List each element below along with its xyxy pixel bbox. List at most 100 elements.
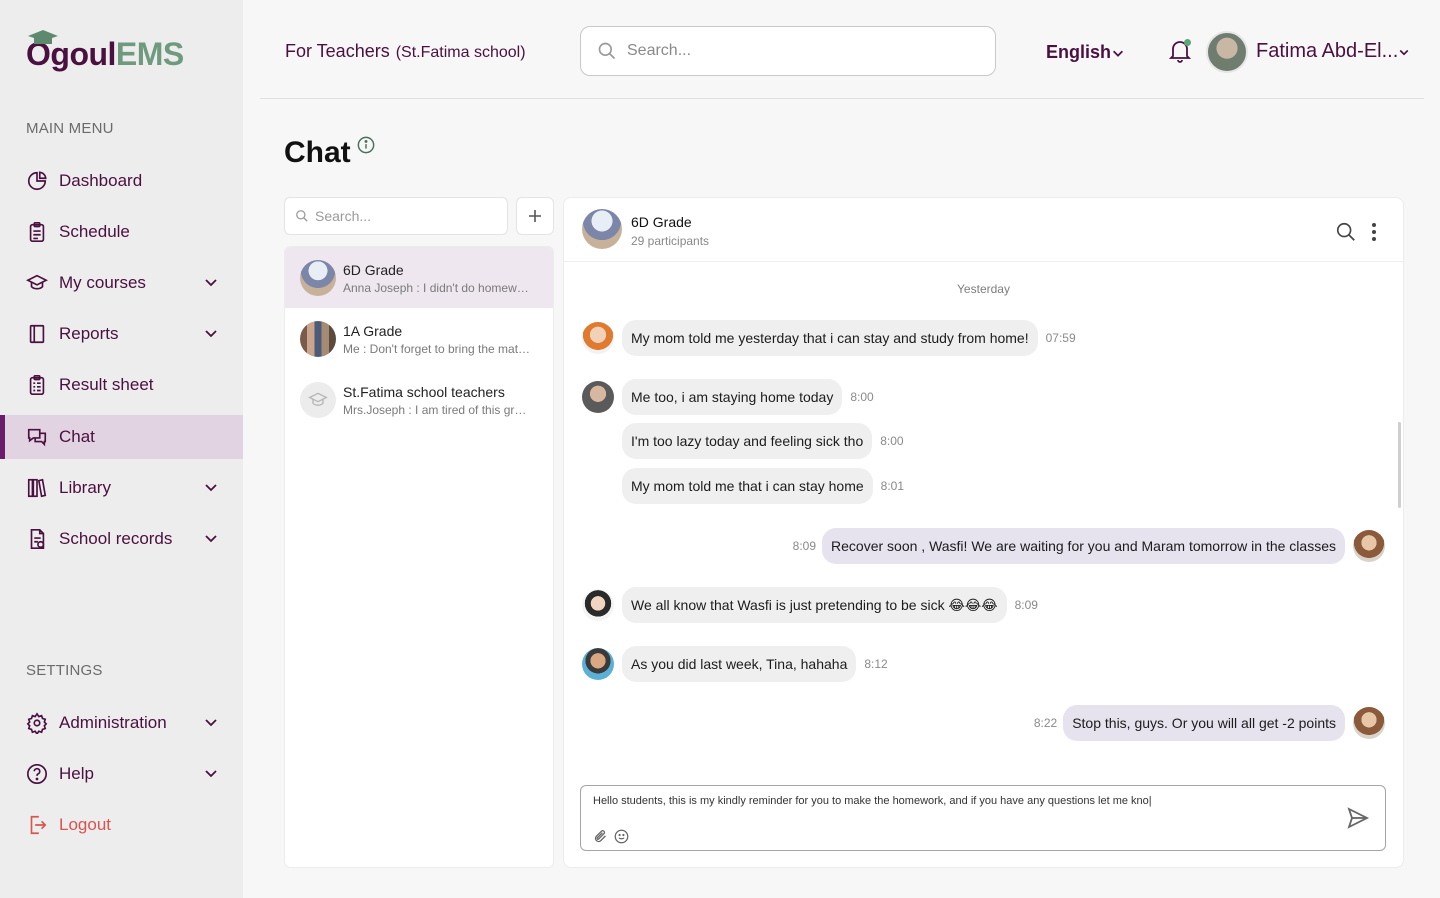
- message-bubble[interactable]: Me too, i am staying home today: [622, 379, 843, 415]
- message-incoming: My mom told me yesterday that i can stay…: [582, 320, 1076, 356]
- message-time: 8:22: [1033, 716, 1058, 730]
- user-avatar[interactable]: [1206, 31, 1248, 73]
- chat-icon: [26, 426, 48, 448]
- graduation-cap-icon: [26, 272, 48, 294]
- page-title-text: Chat: [284, 136, 351, 169]
- sidebar-item-label: Chat: [59, 427, 95, 446]
- search-icon[interactable]: [1335, 221, 1357, 243]
- sidebar-item-result-sheet[interactable]: Result sheet: [0, 363, 243, 407]
- chevron-down-icon: [205, 484, 217, 492]
- conversation-search-input[interactable]: [315, 208, 495, 224]
- conversation-item[interactable]: St.Fatima school teachers Mrs.Joseph : I…: [285, 369, 553, 430]
- message-bubble[interactable]: As you did last week, Tina, hahaha: [622, 646, 857, 682]
- chat-header: 6D Grade 29 participants: [564, 198, 1403, 262]
- sidebar-item-logout[interactable]: Logout: [0, 803, 243, 847]
- message-incoming: As you did last week, Tina, hahaha 8:12: [582, 646, 888, 682]
- sidebar-item-label: Administration: [59, 713, 167, 732]
- attachment-icon[interactable]: [593, 829, 608, 844]
- settings-heading: SETTINGS: [26, 662, 103, 679]
- app-logo[interactable]: OgoulEMS: [26, 30, 184, 74]
- group-avatar: [300, 259, 336, 296]
- sidebar-item-label: My courses: [59, 273, 146, 292]
- send-icon[interactable]: [1346, 806, 1370, 830]
- sidebar-item-school-records[interactable]: School records: [0, 517, 243, 561]
- message-time: 8:09: [1014, 598, 1038, 612]
- conversation-preview: Anna Joseph : I didn't do homework today: [343, 280, 533, 295]
- sidebar-item-reports[interactable]: Reports: [0, 312, 243, 356]
- document-list-icon: [26, 374, 48, 396]
- conversation-item[interactable]: 6D Grade Anna Joseph : I didn't do homew…: [285, 247, 553, 308]
- gear-icon: [26, 712, 48, 734]
- sidebar-item-label: Reports: [59, 324, 119, 343]
- conversation-name: St.Fatima school teachers: [343, 383, 505, 400]
- avatar[interactable]: [582, 381, 614, 413]
- chevron-down-icon: [205, 770, 217, 778]
- pie-chart-icon: [26, 170, 48, 192]
- global-search[interactable]: [580, 26, 996, 76]
- message-bubble[interactable]: Stop this, guys. Or you will all get -2 …: [1063, 705, 1345, 741]
- conversation-search[interactable]: [284, 197, 508, 235]
- library-icon: [26, 477, 48, 499]
- context-title: For Teachers (St.Fatima school): [285, 41, 526, 62]
- sidebar: OgoulEMS MAIN MENU Dashboard Schedule My…: [0, 0, 243, 898]
- more-options-icon[interactable]: [1370, 222, 1378, 242]
- book-icon: [26, 323, 48, 345]
- sidebar-item-dashboard[interactable]: Dashboard: [0, 159, 243, 203]
- records-icon: [26, 528, 48, 550]
- avatar[interactable]: [582, 648, 614, 680]
- conversation-item[interactable]: 1A Grade Me : Don't forget to bring the …: [285, 308, 553, 369]
- header-divider: [260, 98, 1424, 99]
- sidebar-item-label: Library: [59, 478, 111, 497]
- message-bubble[interactable]: My mom told me yesterday that i can stay…: [622, 320, 1038, 356]
- message-time: 8:00: [850, 390, 874, 404]
- notifications-button[interactable]: [1168, 38, 1192, 64]
- message-incoming: Me too, i am staying home today 8:00: [582, 379, 874, 415]
- context-role: For Teachers: [285, 41, 390, 61]
- message-bubble[interactable]: Recover soon , Wasfi! We are waiting for…: [822, 528, 1345, 564]
- clipboard-icon: [26, 221, 48, 243]
- sidebar-item-label: Help: [59, 764, 94, 783]
- sidebar-item-schedule[interactable]: Schedule: [0, 210, 243, 254]
- chat-name: 6D Grade: [631, 214, 692, 230]
- message-time: 8:09: [792, 539, 817, 553]
- avatar[interactable]: [582, 322, 614, 354]
- notification-dot: [1184, 39, 1191, 46]
- chat-panel: 6D Grade 29 participants Yesterday My mo…: [563, 197, 1404, 868]
- group-avatar: [582, 209, 622, 249]
- conversation-name: 6D Grade: [343, 261, 404, 278]
- page-title: Chat: [284, 136, 375, 170]
- message-bubble[interactable]: I'm too lazy today and feeling sick tho: [622, 423, 873, 459]
- message-time: 8:00: [880, 434, 904, 448]
- main-menu-heading: MAIN MENU: [26, 120, 114, 137]
- sidebar-item-label: Result sheet: [59, 375, 154, 394]
- search-input[interactable]: [627, 42, 967, 60]
- conversation-preview: Me : Don't forget to bring the materials: [343, 341, 533, 356]
- user-menu[interactable]: Fatima Abd-El...: [1256, 40, 1410, 63]
- new-chat-button[interactable]: [516, 197, 554, 235]
- search-icon: [598, 42, 616, 60]
- message-bubble[interactable]: We all know that Wasfi is just pretendin…: [622, 587, 1007, 623]
- sidebar-item-administration[interactable]: Administration: [0, 701, 243, 745]
- chevron-down-icon: [205, 330, 217, 338]
- sidebar-item-label: Schedule: [59, 222, 130, 241]
- sidebar-item-label: School records: [59, 529, 173, 548]
- emoji-icon[interactable]: [614, 829, 629, 844]
- info-icon[interactable]: [357, 136, 375, 154]
- chevron-down-icon: [205, 279, 217, 287]
- scrollbar[interactable]: [1398, 422, 1401, 508]
- sidebar-item-library[interactable]: Library: [0, 466, 243, 510]
- message-time: 07:59: [1045, 331, 1076, 345]
- message-time: 8:12: [864, 657, 888, 671]
- sidebar-item-help[interactable]: Help: [0, 752, 243, 796]
- message-outgoing: 8:22 Stop this, guys. Or you will all ge…: [1034, 705, 1385, 741]
- avatar[interactable]: [1353, 530, 1385, 562]
- avatar[interactable]: [1353, 707, 1385, 739]
- message-bubble[interactable]: My mom told me that i can stay home: [622, 468, 873, 504]
- language-label: English: [1046, 42, 1112, 62]
- sidebar-item-chat[interactable]: Chat: [0, 415, 243, 459]
- message-outgoing: 8:09 Recover soon , Wasfi! We are waitin…: [793, 528, 1385, 564]
- sidebar-item-my-courses[interactable]: My courses: [0, 261, 243, 305]
- avatar[interactable]: [582, 589, 614, 621]
- language-selector[interactable]: English: [1046, 42, 1125, 63]
- message-input[interactable]: [593, 795, 1333, 815]
